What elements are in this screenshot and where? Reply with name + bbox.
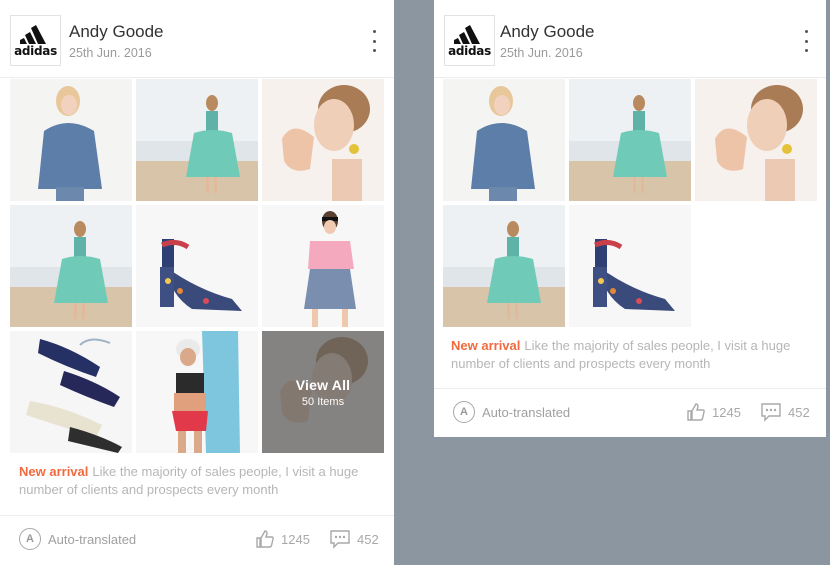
post-date: 25th Jun. 2016 [69,46,152,60]
comment-count: 452 [788,404,810,420]
photo-denim-shirt[interactable] [443,79,565,201]
photo-teal-skirt-beach-2[interactable] [443,205,565,327]
photo-sneakers[interactable] [10,331,132,453]
comment-button[interactable]: 452 [760,402,810,422]
post-caption: New arrival Like the majority of sales pe… [451,337,811,373]
like-count: 1245 [712,404,741,420]
brand-logo[interactable]: adidas [444,15,495,66]
photo-teal-skirt-beach-image [569,79,691,201]
post-card-nine: adidas Andy Goode 25th Jun. 2016 View Al… [0,0,394,565]
author-name[interactable]: Andy Goode [500,22,595,42]
photo-portrait-earring[interactable] [262,79,384,201]
comment-button[interactable]: 452 [329,529,379,549]
auto-translated-label: Auto-translated [48,531,137,547]
photo-swimwear-surfboard[interactable] [136,331,258,453]
photo-portrait-earring-image [262,79,384,201]
post-caption: New arrival Like the majority of sales pe… [19,463,379,499]
like-button[interactable]: 1245 [686,402,741,422]
comment-icon [330,530,350,549]
auto-translated[interactable]: A Auto-translated [19,528,136,550]
photo-swimwear-surfboard-image [136,331,258,453]
kebab-menu-icon[interactable] [366,30,382,52]
view-all-overlay: View All 50 Items [262,331,384,453]
photo-teal-skirt-beach-2[interactable] [10,205,132,327]
photo-grid [443,79,817,327]
adidas-logo-icon [453,25,480,44]
logo-wordmark: adidas [14,44,57,58]
comment-icon [761,403,781,422]
photo-sneakers-image [10,331,132,453]
photo-portrait-earring-image [695,79,817,201]
photo-teal-skirt-beach-2-image [443,205,565,327]
photo-teal-skirt-beach[interactable] [569,79,691,201]
post-card-five: adidas Andy Goode 25th Jun. 2016 New arr… [434,0,826,437]
post-footer: A Auto-translated 1245 452 [0,515,394,563]
new-arrival-tag[interactable]: New arrival [19,464,88,479]
comment-count: 452 [357,531,379,547]
auto-translate-icon: A [453,401,475,423]
post-date: 25th Jun. 2016 [500,46,583,60]
kebab-menu-icon[interactable] [798,30,814,52]
auto-translated-label: Auto-translated [482,404,571,420]
thumbs-up-icon [687,403,705,421]
photo-denim-shirt-image [443,79,565,201]
post-footer: A Auto-translated 1245 452 [434,388,826,436]
photo-grid: View All 50 Items [10,79,384,453]
like-button[interactable]: 1245 [255,529,310,549]
photo-teal-skirt-beach-image [136,79,258,201]
author-name[interactable]: Andy Goode [69,22,164,42]
photo-floral-sandal[interactable] [569,205,691,327]
photo-floral-sandal-image [569,205,691,327]
empty-grid-slot [695,205,817,327]
logo-wordmark: adidas [448,44,491,58]
photo-teal-skirt-beach-2-image [10,205,132,327]
adidas-logo-icon [19,25,46,44]
view-all-tile[interactable]: View All 50 Items [262,331,384,453]
brand-logo[interactable]: adidas [10,15,61,66]
photo-floral-sandal-image [136,205,258,327]
auto-translate-icon: A [19,528,41,550]
auto-translated[interactable]: A Auto-translated [453,401,570,423]
photo-denim-shirt-image [10,79,132,201]
post-header: adidas Andy Goode 25th Jun. 2016 [434,0,826,78]
new-arrival-tag[interactable]: New arrival [451,338,520,353]
post-header: adidas Andy Goode 25th Jun. 2016 [0,0,394,78]
items-count: 50 Items [301,395,345,408]
thumbs-up-icon [256,530,274,548]
photo-floral-sandal[interactable] [136,205,258,327]
like-count: 1245 [281,531,310,547]
photo-teal-skirt-beach[interactable] [136,79,258,201]
photo-pink-top[interactable] [262,205,384,327]
photo-denim-shirt[interactable] [10,79,132,201]
photo-pink-top-image [262,205,384,327]
photo-portrait-earring[interactable] [695,79,817,201]
view-all-label: View All [295,376,351,393]
